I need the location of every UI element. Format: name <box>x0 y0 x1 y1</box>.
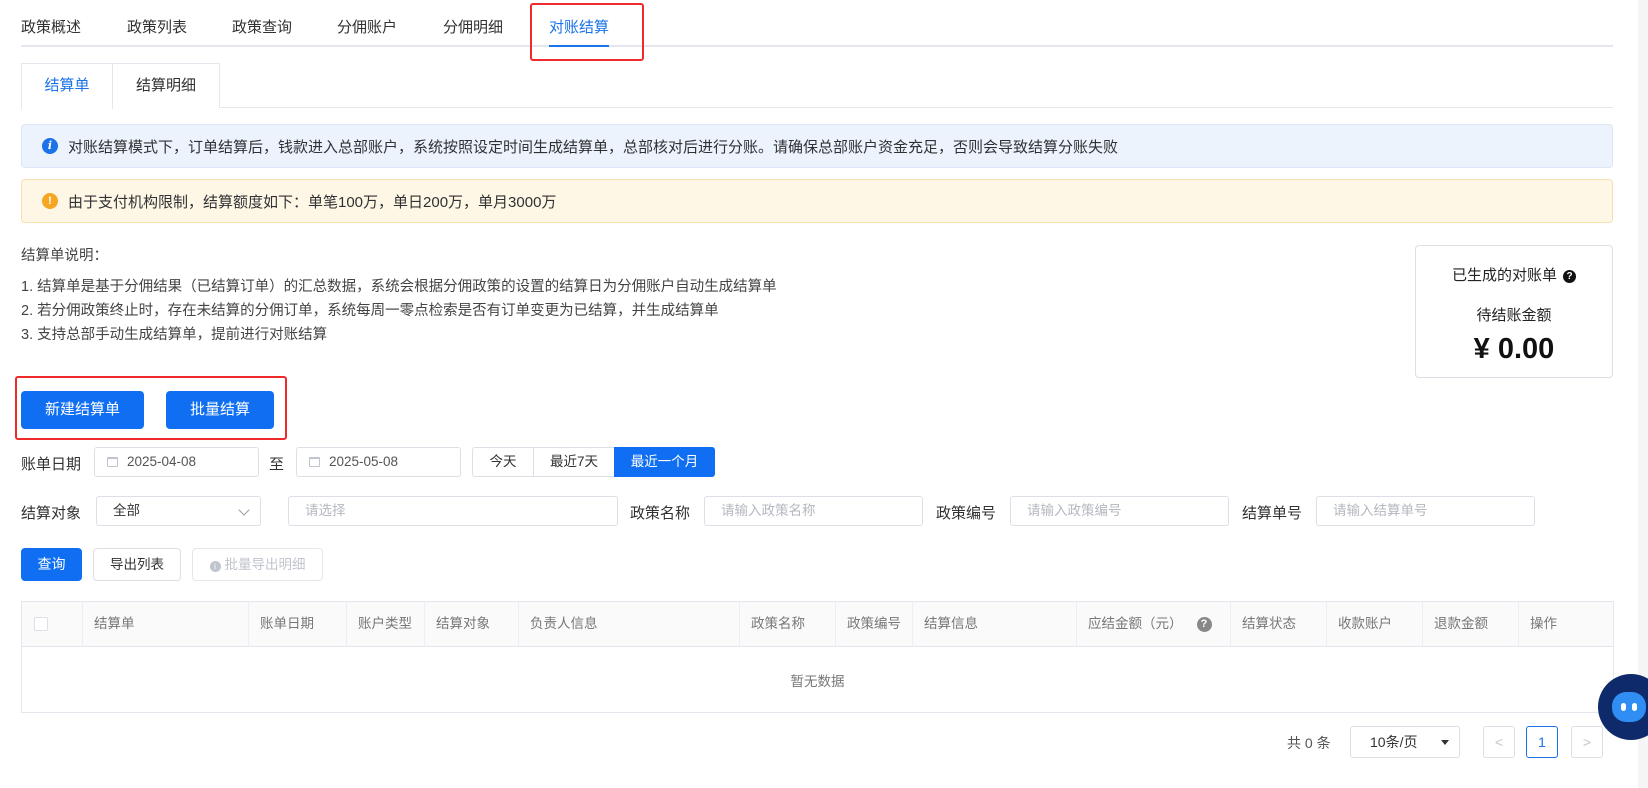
create-statement-button[interactable]: 新建结算单 <box>21 391 144 429</box>
subtab-statement[interactable]: 结算单 <box>21 63 113 109</box>
caret-down-icon <box>1441 740 1449 745</box>
table-header: 结算单 账单日期 账户类型 结算对象 负责人信息 政策名称 政策编号 结算信息 … <box>22 602 1613 647</box>
policy-name-label: 政策名称 <box>630 505 691 522</box>
pending-amount-label: 待结账金额 <box>1476 307 1552 324</box>
bill-date-label: 账单日期 <box>21 456 82 473</box>
column-header: 账户类型 <box>347 602 425 646</box>
export-list-button[interactable]: 导出列表 <box>93 548 181 581</box>
column-header: 政策编号 <box>836 602 913 646</box>
preset-last-month[interactable]: 最近一个月 <box>614 447 715 477</box>
column-header-amount: 应结金额（元）? <box>1077 602 1231 646</box>
batch-export-detail-button: i 批量导出明细 <box>192 548 323 581</box>
select-all-checkbox[interactable] <box>34 617 48 631</box>
select-all-cell <box>22 602 83 646</box>
column-header: 退款金额 <box>1423 602 1519 646</box>
sub-tab-bar: 结算单 结算明细 <box>21 63 1613 109</box>
subtab-statement-detail[interactable]: 结算明细 <box>112 63 220 108</box>
end-date-input[interactable]: 2025-05-08 <box>296 447 461 477</box>
question-circle-icon[interactable]: ? <box>1196 617 1212 632</box>
target-detail-select[interactable]: 请选择 <box>288 496 618 526</box>
calendar-icon <box>107 457 118 467</box>
page: 政策概述 政策列表 政策查询 分佣账户 分佣明细 对账结算 结算单 结算明细 i… <box>0 0 1648 788</box>
warning-alert-text: 由于支付机构限制，结算额度如下：单笔100万，单日200万，单月3000万 <box>68 193 557 211</box>
column-header: 结算单 <box>83 602 249 646</box>
tab-reconciliation-settlement[interactable]: 对账结算 <box>549 16 610 47</box>
description-line-1: 1. 结算单是基于分佣结果（已结算订单）的汇总数据，系统会根据分佣政策的设置的结… <box>21 279 777 295</box>
column-header: 账单日期 <box>249 602 347 646</box>
policy-no-label: 政策编号 <box>936 505 997 522</box>
column-header: 政策名称 <box>740 602 836 646</box>
info-icon: i <box>42 138 58 154</box>
warning-icon: ! <box>42 193 58 209</box>
warning-alert: ! 由于支付机构限制，结算额度如下：单笔100万，单日200万，单月3000万 <box>21 179 1613 223</box>
chevron-down-icon <box>238 504 250 516</box>
query-button[interactable]: 查询 <box>21 548 82 581</box>
info-alert: i 对账结算模式下，订单结算后，钱款进入总部账户，系统按照设定时间生成结算单，总… <box>21 124 1613 168</box>
column-header: 结算信息 <box>913 602 1077 646</box>
start-date-input[interactable]: 2025-04-08 <box>94 447 259 477</box>
preset-today[interactable]: 今天 <box>472 447 534 477</box>
date-separator: 至 <box>269 456 285 473</box>
scrollbar[interactable] <box>1638 0 1648 788</box>
statement-no-input[interactable]: 请输入结算单号 <box>1316 496 1535 526</box>
top-tab-bar: 政策概述 政策列表 政策查询 分佣账户 分佣明细 对账结算 <box>21 0 1613 47</box>
statement-table: 结算单 账单日期 账户类型 结算对象 负责人信息 政策名称 政策编号 结算信息 … <box>21 601 1614 713</box>
column-header: 操作 <box>1530 616 1557 631</box>
page-1-button[interactable]: 1 <box>1526 726 1558 758</box>
target-select[interactable]: 全部 <box>96 496 261 526</box>
batch-settle-button[interactable]: 批量结算 <box>166 391 274 429</box>
target-label: 结算对象 <box>21 505 82 522</box>
tab-policy-list[interactable]: 政策列表 <box>127 16 187 37</box>
total-count: 共 0 条 <box>1287 735 1331 751</box>
column-header: 结算状态 <box>1231 602 1327 646</box>
calendar-icon <box>309 457 320 467</box>
statement-no-label: 结算单号 <box>1242 505 1303 522</box>
question-circle-icon[interactable]: ? <box>1563 270 1576 283</box>
description-line-3: 3. 支持总部手动生成结算单，提前进行对账结算 <box>21 327 328 343</box>
tab-commission-detail[interactable]: 分佣明细 <box>443 16 503 37</box>
column-header: 收款账户 <box>1327 602 1423 646</box>
policy-no-input[interactable]: 请输入政策编号 <box>1010 496 1229 526</box>
description-title: 结算单说明： <box>21 248 108 264</box>
column-header: 结算对象 <box>425 602 519 646</box>
info-icon: i <box>209 561 221 572</box>
column-header: 负责人信息 <box>519 602 740 646</box>
pending-amount-value: ¥ 0.00 <box>1473 333 1555 365</box>
page-size-select[interactable]: 10条/页 <box>1350 726 1460 758</box>
summary-card: 已生成的对账单? 待结账金额 ¥ 0.00 <box>1415 245 1613 378</box>
prev-page-button[interactable]: < <box>1483 726 1515 758</box>
empty-state-text: 暂无数据 <box>790 674 845 689</box>
tab-commission-account[interactable]: 分佣账户 <box>337 16 397 37</box>
next-page-button[interactable]: > <box>1571 726 1603 758</box>
tab-policy-overview[interactable]: 政策概述 <box>21 16 81 37</box>
summary-card-title: 已生成的对账单 <box>1451 267 1557 284</box>
tab-policy-query[interactable]: 政策查询 <box>232 16 292 37</box>
preset-last-7-days[interactable]: 最近7天 <box>533 447 615 477</box>
policy-name-input[interactable]: 请输入政策名称 <box>704 496 923 526</box>
info-alert-text: 对账结算模式下，订单结算后，钱款进入总部账户，系统按照设定时间生成结算单，总部核… <box>68 138 1119 156</box>
description-line-2: 2. 若分佣政策终止时，存在未结算的分佣订单，系统每周一零点检索是否有订单变更为… <box>21 303 719 319</box>
